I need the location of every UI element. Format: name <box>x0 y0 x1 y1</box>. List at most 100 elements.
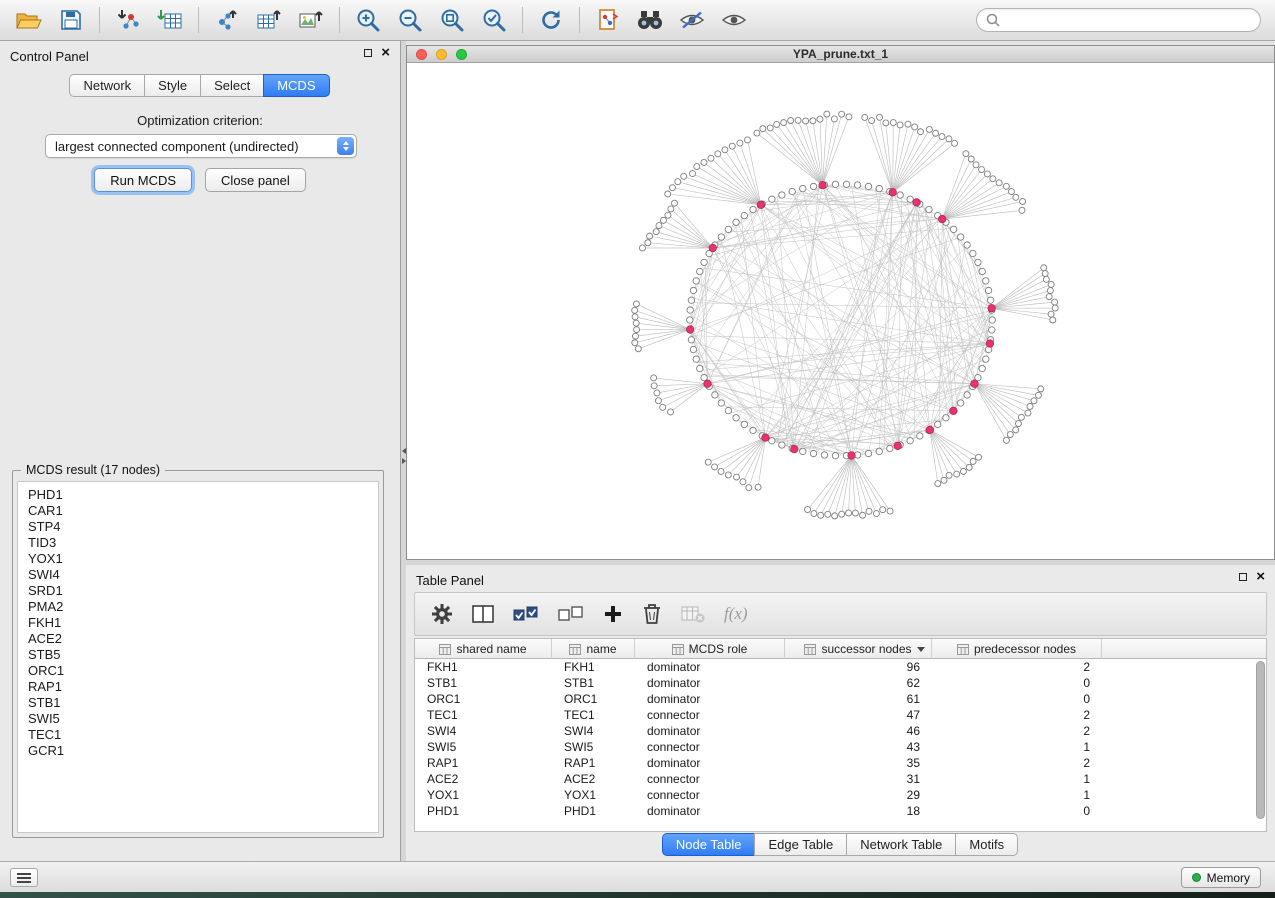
mcds-result-item[interactable]: TID3 <box>28 535 368 551</box>
mcds-result-item[interactable]: STP4 <box>28 519 368 535</box>
select-all-columns-button[interactable] <box>513 604 539 624</box>
close-panel-button[interactable]: × <box>381 48 390 58</box>
export-table-button[interactable] <box>248 4 290 36</box>
export-network-button[interactable] <box>206 4 248 36</box>
criterion-dropdown[interactable]: largest connected component (undirected) <box>45 134 357 158</box>
memory-button[interactable]: Memory <box>1181 867 1261 888</box>
column-header-name[interactable]: name <box>552 639 635 659</box>
table-scrollbar-thumb[interactable] <box>1256 661 1265 819</box>
node-table: shared namenameMCDS rolesuccessor nodesp… <box>414 638 1267 832</box>
mcds-result-item[interactable]: TEC1 <box>28 727 368 743</box>
save-session-button[interactable] <box>50 4 92 36</box>
table-row[interactable]: ORC1ORC1dominator610 <box>415 691 1266 707</box>
table-scrollbar[interactable] <box>1255 661 1265 825</box>
mcds-result-item[interactable]: FKH1 <box>28 615 368 631</box>
network-canvas[interactable] <box>407 63 1274 559</box>
close-mcds-panel-button[interactable]: Close panel <box>205 168 306 192</box>
table-row[interactable]: PHD1PHD1dominator180 <box>415 803 1266 819</box>
table-row[interactable]: YOX1YOX1connector291 <box>415 787 1266 803</box>
desktop-edge-strip <box>0 892 1275 898</box>
table-cell: connector <box>635 787 785 803</box>
column-header-MCDS-role[interactable]: MCDS role <box>635 639 785 659</box>
show-columns-button[interactable] <box>472 604 494 624</box>
table-row[interactable]: ACE2ACE2connector311 <box>415 771 1266 787</box>
table-cell: 1 <box>932 739 1102 755</box>
tab-select[interactable]: Select <box>200 74 264 97</box>
zoom-in-button[interactable] <box>347 4 389 36</box>
table-row[interactable]: SWI5SWI5connector431 <box>415 739 1266 755</box>
minimize-window-icon[interactable] <box>436 49 447 60</box>
mcds-result-item[interactable]: STB5 <box>28 647 368 663</box>
zoom-fit-button[interactable] <box>431 4 473 36</box>
application-window: Control Panel × NetworkStyleSelectMCDS O… <box>0 0 1275 898</box>
mcds-result-item[interactable]: ORC1 <box>28 663 368 679</box>
panel-menu-button[interactable] <box>10 868 38 887</box>
clipboard-share-button[interactable] <box>587 4 629 36</box>
mcds-buttons-row: Run MCDS Close panel <box>0 168 400 192</box>
table-tab-node-table[interactable]: Node Table <box>662 833 756 856</box>
float-table-panel-button[interactable] <box>1239 573 1247 581</box>
mcds-result-item[interactable]: GCR1 <box>28 743 368 759</box>
delete-table-button-disabled <box>681 604 705 624</box>
table-cell: 62 <box>785 675 932 691</box>
import-table-button[interactable] <box>149 4 191 36</box>
tab-network[interactable]: Network <box>69 74 145 97</box>
mcds-result-item[interactable]: SWI5 <box>28 711 368 727</box>
table-cell: PHD1 <box>415 803 552 819</box>
memory-label: Memory <box>1207 871 1250 885</box>
table-settings-button[interactable] <box>431 603 453 625</box>
column-header-shared-name[interactable]: shared name <box>415 639 552 659</box>
zoom-selected-button[interactable] <box>473 4 515 36</box>
network-window-titlebar[interactable]: YPA_prune.txt_1 <box>407 46 1274 63</box>
mcds-result-item[interactable]: ACE2 <box>28 631 368 647</box>
export-image-button[interactable] <box>290 4 332 36</box>
table-tab-edge-table[interactable]: Edge Table <box>754 833 847 856</box>
close-window-icon[interactable] <box>416 49 427 60</box>
create-column-button[interactable] <box>603 604 623 624</box>
search-input[interactable] <box>1005 13 1251 27</box>
select-all-icon <box>513 604 539 624</box>
columns-icon <box>472 604 494 624</box>
table-row[interactable]: RAP1RAP1dominator352 <box>415 755 1266 771</box>
mcds-result-item[interactable]: RAP1 <box>28 679 368 695</box>
run-mcds-button[interactable]: Run MCDS <box>94 168 192 192</box>
table-row[interactable]: SWI4SWI4dominator462 <box>415 723 1266 739</box>
open-file-button[interactable] <box>8 4 50 36</box>
table-row[interactable]: STB1STB1dominator620 <box>415 675 1266 691</box>
maximize-window-icon[interactable] <box>456 49 467 60</box>
table-cell: dominator <box>635 755 785 771</box>
mcds-result-item[interactable]: PMA2 <box>28 599 368 615</box>
table-cell: STB1 <box>415 675 552 691</box>
import-network-button[interactable] <box>107 4 149 36</box>
table-row[interactable]: FKH1FKH1dominator962 <box>415 659 1266 675</box>
show-graphics-details-button[interactable] <box>713 4 755 36</box>
table-tab-motifs[interactable]: Motifs <box>955 833 1018 856</box>
close-table-panel-button[interactable]: × <box>1256 572 1265 582</box>
mcds-result-item[interactable]: SRD1 <box>28 583 368 599</box>
zoom-out-button[interactable] <box>389 4 431 36</box>
mcds-result-item[interactable]: SWI4 <box>28 567 368 583</box>
mcds-result-item[interactable]: CAR1 <box>28 503 368 519</box>
table-tab-network-table[interactable]: Network Table <box>846 833 956 856</box>
search-box[interactable] <box>976 8 1261 32</box>
tab-mcds[interactable]: MCDS <box>263 74 329 97</box>
import-network-icon <box>115 8 141 32</box>
table-row[interactable]: TEC1TEC1connector472 <box>415 707 1266 723</box>
deselect-all-columns-button[interactable] <box>558 604 584 624</box>
float-panel-button[interactable] <box>364 49 372 57</box>
mcds-result-item[interactable]: STB1 <box>28 695 368 711</box>
mcds-result-list[interactable]: PHD1CAR1STP4TID3YOX1SWI4SRD1PMA2FKH1ACE2… <box>17 481 379 833</box>
mcds-result-item[interactable]: PHD1 <box>28 487 368 503</box>
eye-slash-icon <box>679 10 705 30</box>
refresh-icon <box>539 8 563 32</box>
column-header-successor-nodes[interactable]: successor nodes <box>785 639 932 659</box>
column-header-predecessor-nodes[interactable]: predecessor nodes <box>932 639 1102 659</box>
delete-column-button[interactable] <box>642 603 662 625</box>
search-network-button[interactable] <box>629 4 671 36</box>
tab-style[interactable]: Style <box>144 74 201 97</box>
refresh-button[interactable] <box>530 4 572 36</box>
table-cell: FKH1 <box>552 659 635 675</box>
hide-graphics-details-button[interactable] <box>671 4 713 36</box>
mcds-result-item[interactable]: YOX1 <box>28 551 368 567</box>
delete-table-icon <box>681 604 705 624</box>
